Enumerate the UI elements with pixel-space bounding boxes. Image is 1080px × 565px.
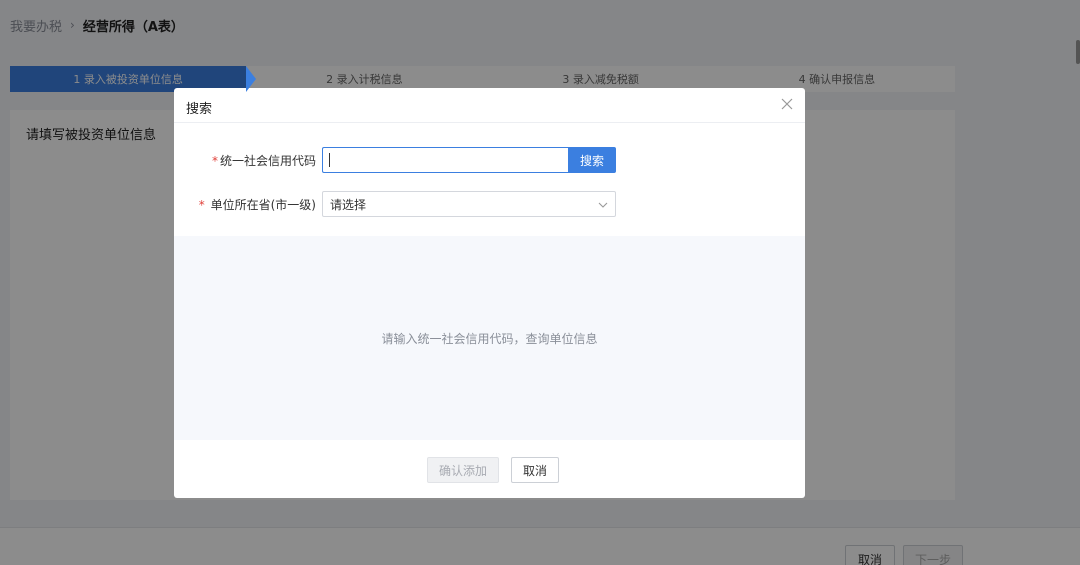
credit-code-label-text: 统一社会信用代码 (219, 154, 316, 168)
empty-hint: 请输入统一社会信用代码，查询单位信息 (381, 331, 598, 346)
credit-code-label: * 统一社会信用代码 (212, 152, 316, 169)
search-result-area: 请输入统一社会信用代码，查询单位信息 (174, 236, 805, 440)
search-dialog: 搜索 * 统一社会信用代码 搜索 * 单位所在省(市一级) 请选择 请输入统一社会… (174, 88, 805, 498)
dialog-footer: 确认添加 取消 (174, 440, 805, 498)
province-row: * 单位所在省(市一级) 请选择 (174, 191, 805, 217)
search-button[interactable]: 搜索 (568, 147, 616, 173)
text-caret (329, 153, 330, 167)
credit-code-row: * 统一社会信用代码 搜索 (174, 147, 805, 173)
dialog-cancel-button[interactable]: 取消 (511, 457, 559, 483)
province-label: * 单位所在省(市一级) (199, 196, 316, 213)
province-label-text: 单位所在省(市一级) (210, 198, 316, 212)
province-selected-value: 请选择 (330, 197, 367, 212)
credit-code-input[interactable] (322, 147, 568, 173)
required-mark: * (211, 154, 218, 168)
dialog-title: 搜索 (186, 102, 213, 117)
confirm-add-button[interactable]: 确认添加 (427, 457, 499, 483)
chevron-down-icon (598, 202, 608, 208)
province-select[interactable]: 请选择 (322, 191, 616, 217)
required-mark: * (198, 198, 205, 212)
dialog-header: 搜索 (174, 88, 805, 123)
close-icon[interactable] (779, 96, 795, 112)
